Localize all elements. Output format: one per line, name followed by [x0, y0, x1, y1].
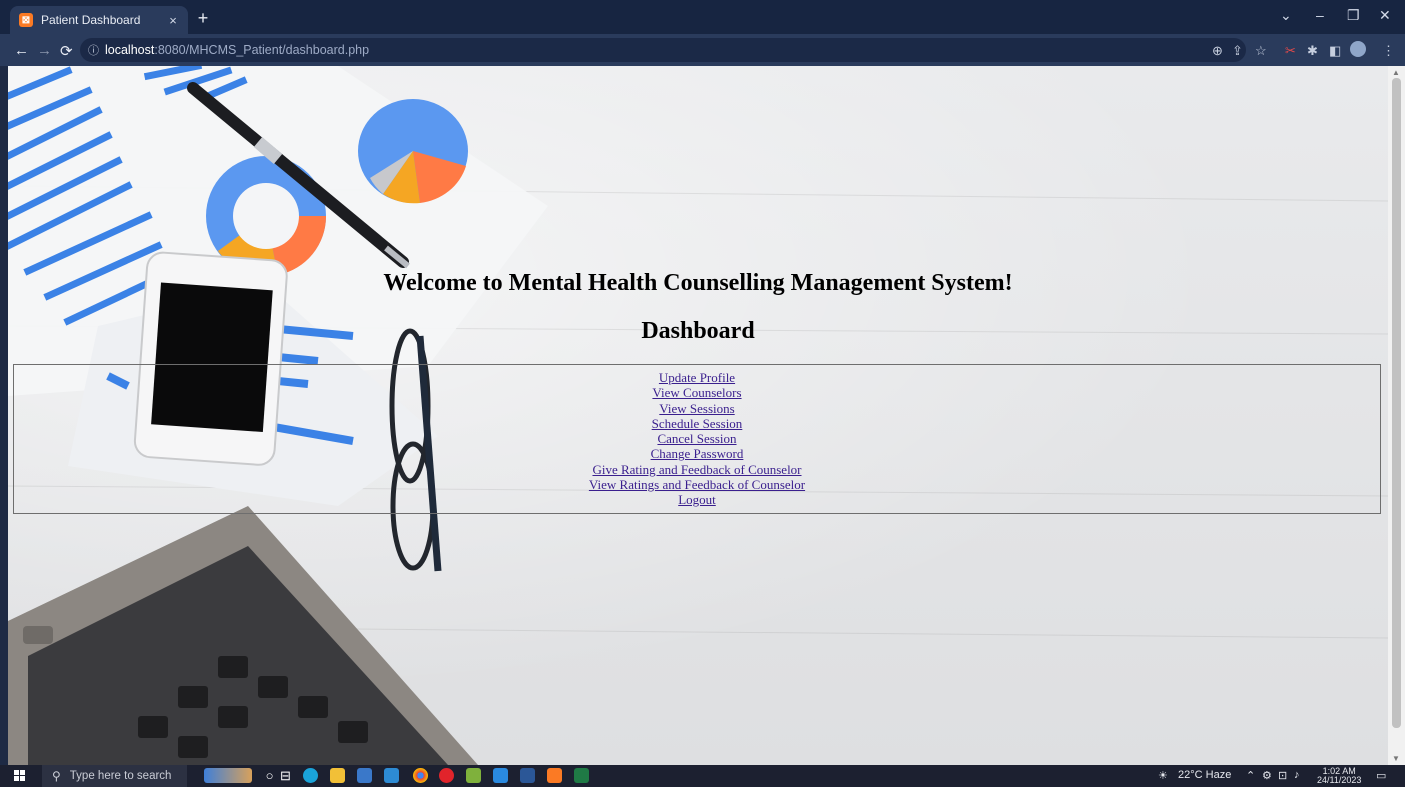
xampp-icon[interactable] — [547, 768, 562, 783]
forward-arrow-icon[interactable]: → — [37, 42, 52, 59]
chrome-icon[interactable] — [413, 768, 428, 783]
notifications-icon[interactable]: ▭ — [1376, 769, 1386, 782]
url-host: localhost — [105, 43, 155, 57]
clock-date: 24/11/2023 — [1317, 775, 1362, 785]
taskbar-clock[interactable]: 1:02 AM 24/11/2023 — [1317, 767, 1361, 785]
tray-chevron-icon[interactable]: ⌃ — [1246, 769, 1255, 782]
minimize-button[interactable]: – — [1316, 7, 1324, 23]
tray-app-icon[interactable]: ⚙ — [1262, 769, 1272, 782]
network-icon[interactable]: ⊡ — [1278, 769, 1287, 782]
address-bar[interactable]: ⓘ localhost :8080/MHCMS_Patient/dashboar… — [80, 38, 1246, 62]
scroll-up-arrow-icon[interactable]: ▲ — [1392, 68, 1400, 77]
back-arrow-icon[interactable]: ← — [14, 42, 29, 59]
mail-icon[interactable] — [384, 768, 399, 783]
reload-icon[interactable]: ⟳ — [60, 42, 73, 60]
weather-icon[interactable]: ☀ — [1158, 769, 1168, 782]
zoom-icon[interactable]: ⊕ — [1212, 43, 1223, 59]
search-placeholder: Type here to search — [69, 770, 172, 782]
bookmark-star-icon[interactable]: ☆ — [1255, 43, 1267, 59]
menu-link-view-counselors[interactable]: View Counselors — [652, 385, 741, 400]
volume-icon[interactable]: ♪ — [1294, 769, 1300, 781]
restore-button[interactable]: ❐ — [1347, 7, 1360, 24]
task-view-icon[interactable]: ⊟ — [278, 768, 293, 783]
menu-link-view-ratings[interactable]: View Ratings and Feedback of Counselor — [589, 477, 805, 492]
menu-link-cancel-session[interactable]: Cancel Session — [657, 431, 736, 446]
close-window-button[interactable]: ✕ — [1379, 7, 1391, 24]
menu-link-change-password[interactable]: Change Password — [651, 446, 744, 461]
menu-link-logout[interactable]: Logout — [678, 492, 716, 507]
page-viewport: Welcome to Mental Health Counselling Man… — [8, 66, 1388, 765]
dashboard-menu: Update Profile View Counselors View Sess… — [13, 364, 1381, 514]
scroll-down-arrow-icon[interactable]: ▼ — [1392, 754, 1400, 763]
notepad-icon[interactable] — [466, 768, 481, 783]
menu-link-view-sessions[interactable]: View Sessions — [659, 401, 734, 416]
news-widget-icon[interactable] — [204, 768, 252, 783]
site-info-icon[interactable]: ⓘ — [88, 42, 99, 58]
windows-taskbar: ⚲ Type here to search ○ ⊟ ☀ 22°C Haze ⌃ … — [0, 765, 1405, 787]
menu-kebab-icon[interactable]: ⋮ — [1382, 43, 1395, 59]
scrollbar-thumb[interactable] — [1392, 78, 1401, 728]
store-icon[interactable] — [357, 768, 372, 783]
share-icon[interactable]: ⇪ — [1232, 43, 1243, 59]
extensions-puzzle-icon[interactable]: ✱ — [1307, 43, 1318, 59]
weather-text[interactable]: 22°C Haze — [1178, 769, 1231, 781]
search-icon: ⚲ — [52, 769, 61, 783]
xampp-favicon-icon: ⊠ — [19, 13, 33, 27]
windows-start-icon[interactable] — [14, 770, 26, 782]
profile-avatar-icon[interactable] — [1350, 41, 1366, 57]
side-panel-icon[interactable]: ◧ — [1329, 43, 1341, 59]
tab-search-chevron-icon[interactable]: ⌄ — [1280, 7, 1292, 24]
menu-link-update-profile[interactable]: Update Profile — [659, 370, 735, 385]
menu-link-schedule-session[interactable]: Schedule Session — [652, 416, 743, 431]
extension-icon[interactable]: ✂ — [1285, 43, 1296, 59]
menu-link-give-rating[interactable]: Give Rating and Feedback of Counselor — [592, 462, 801, 477]
word-icon[interactable] — [520, 768, 535, 783]
welcome-heading: Welcome to Mental Health Counselling Man… — [383, 270, 1013, 296]
opera-icon[interactable] — [439, 768, 454, 783]
edge-browser-icon[interactable] — [303, 768, 318, 783]
dashboard-heading: Dashboard — [641, 318, 755, 344]
tab-patient-dashboard[interactable]: ⊠ Patient Dashboard × — [10, 6, 188, 34]
tab-title: Patient Dashboard — [41, 13, 141, 27]
browser-toolbar: ← → ⟳ ⓘ localhost :8080/MHCMS_Patient/da… — [0, 34, 1405, 66]
taskbar-search-box[interactable]: ⚲ Type here to search — [42, 765, 187, 787]
tab-close-icon[interactable]: × — [164, 13, 182, 28]
new-tab-button[interactable]: + — [194, 9, 212, 27]
cortana-icon[interactable]: ○ — [262, 768, 277, 783]
url-path: :8080/MHCMS_Patient/dashboard.php — [154, 43, 370, 57]
page-scrollbar[interactable]: ▲ ▼ — [1388, 66, 1405, 765]
vscode-icon[interactable] — [493, 768, 508, 783]
browser-tab-strip: ⊠ Patient Dashboard × + ⌄ – ❐ ✕ — [0, 0, 1405, 34]
file-explorer-icon[interactable] — [330, 768, 345, 783]
excel-icon[interactable] — [574, 768, 589, 783]
